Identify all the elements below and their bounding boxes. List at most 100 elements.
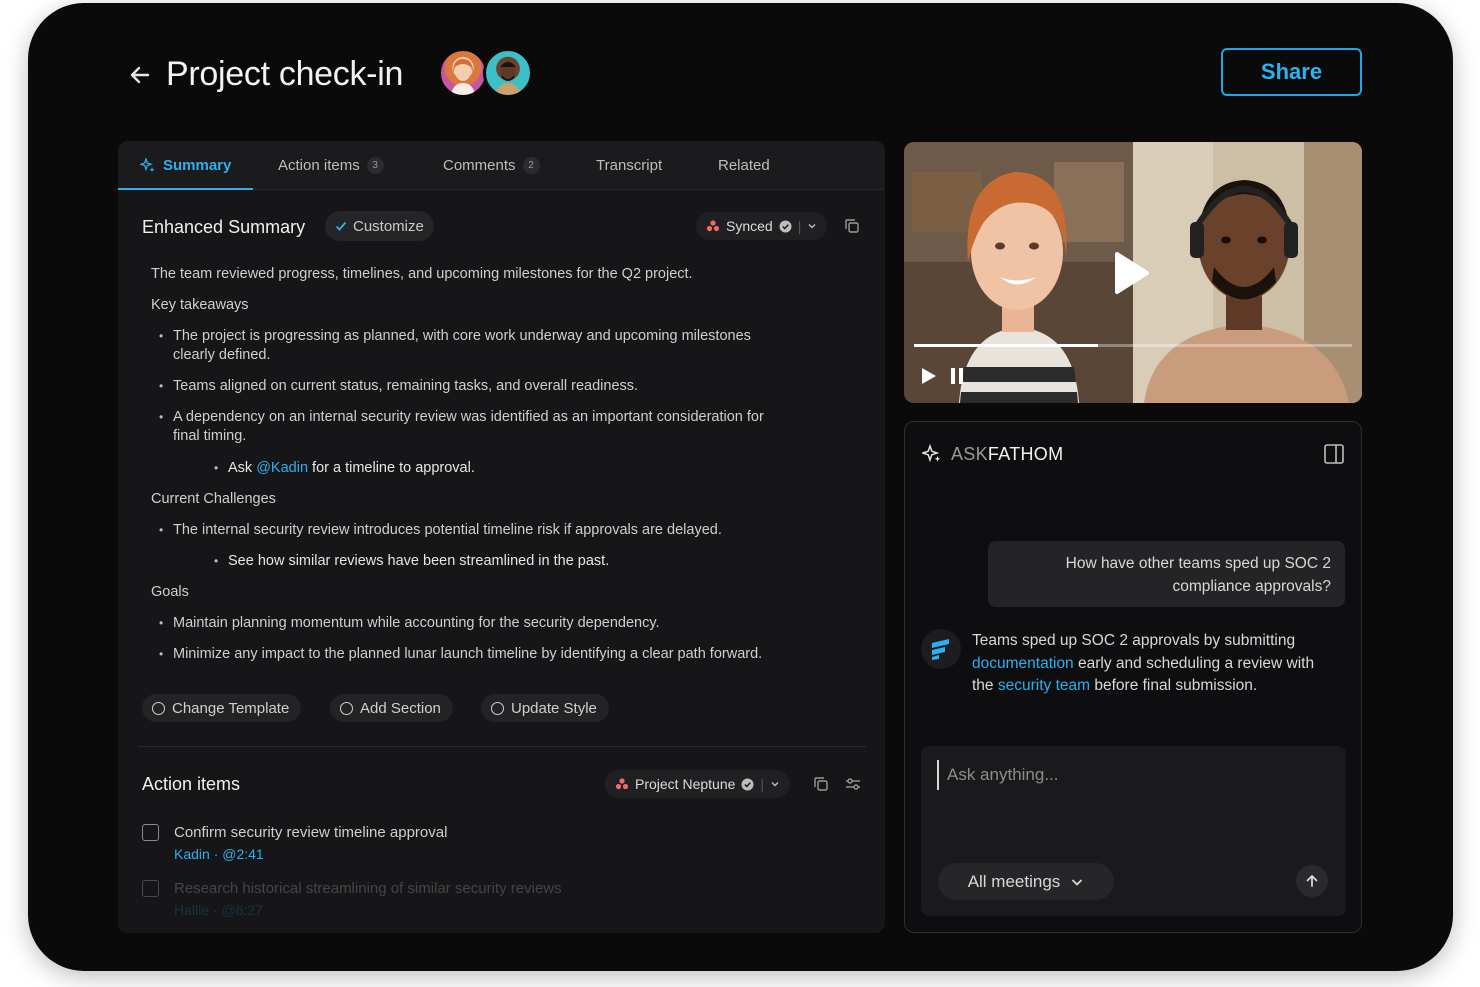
action-item-checkbox[interactable] [142,880,159,897]
fathom-logo-icon [921,629,961,669]
separator: | [760,776,765,792]
avatar-man-image [495,61,521,95]
tab-summary[interactable]: Summary [118,141,254,190]
ask-input[interactable] [937,760,1327,790]
app-window: Project check-in Share Summary Action it… [28,3,1453,971]
tab-transcript[interactable]: Transcript [596,141,662,190]
goal-item: Minimize any impact to the planned lunar… [159,645,762,664]
heading-challenges: Current Challenges [151,491,276,507]
challenge-item: The internal security review introduces … [159,521,722,540]
tab-label: Action items [278,157,360,174]
button-label: Update Style [511,699,597,717]
text: Ask [228,460,253,476]
text: for a timeline to approval. [312,460,475,476]
security-team-link[interactable]: security team [998,677,1090,694]
customize-label: Customize [353,217,424,235]
message-line: compliance approvals? [1172,578,1331,595]
takeaway-item: Teams aligned on current status, remaini… [159,377,638,396]
synced-label: Synced [726,218,773,234]
button-label: Add Section [360,699,441,717]
takeaway-text-cont: final timing. [173,428,247,444]
heading-goals: Goals [151,584,189,600]
goal-item: Maintain planning momentum while account… [159,614,660,633]
action-item-owner[interactable]: Hallie · @6:27 [174,902,263,918]
takeaway-text-cont: clearly defined. [173,347,271,363]
documentation-link[interactable]: documentation [972,655,1074,672]
change-template-button[interactable]: Change Template [142,694,302,722]
summary-panel: Summary Action items 3 Comments 2 Transc… [118,141,885,933]
copy-icon[interactable] [843,217,861,235]
sub-item[interactable]: See how similar reviews have been stream… [214,552,609,571]
meetings-label: All meetings [967,871,1061,891]
heading-key-takeaways: Key takeaways [151,297,249,313]
pause-icon[interactable] [948,366,966,386]
summary-intro: The team reviewed progress, timelines, a… [151,266,693,282]
tab-action-items[interactable]: Action items 3 [278,141,384,190]
verified-check-icon [741,778,754,790]
play-small-icon[interactable] [919,366,939,386]
tab-label: Transcript [596,157,663,174]
filter-settings-icon[interactable] [844,775,862,793]
video-progress-bar[interactable] [914,344,1352,347]
message-line: How have other teams sped up SOC 2 [1065,555,1331,572]
play-icon[interactable] [1111,250,1151,296]
title-bold: FATHOM [987,444,1064,464]
page-title: Project check-in [166,55,404,93]
avatar[interactable] [438,48,488,98]
update-style-button[interactable]: Update Style [481,694,609,722]
copy-icon[interactable] [812,775,830,793]
count-badge: 3 [366,157,384,174]
back-arrow-icon[interactable] [126,61,154,89]
asana-icon [706,220,720,232]
count-badge: 2 [522,157,540,174]
sparkle-icon [922,444,941,463]
verified-check-icon [779,220,792,232]
section-title: Enhanced Summary [142,217,306,237]
title-light: ASK [951,444,988,464]
chevron-down-icon [771,782,779,787]
takeaway-item: The project is progressing as planned, w… [159,327,751,365]
project-dropdown[interactable]: Project Neptune | [605,770,791,798]
circle-icon [152,701,165,715]
share-button[interactable]: Share [1221,48,1362,96]
tab-label: Comments [443,157,516,174]
ask-fathom-title: ASKFATHOM [951,444,1063,465]
sub-item: Ask @Kadin for a timeline to approval. [214,459,475,478]
all-meetings-dropdown[interactable]: All meetings [938,863,1114,900]
sparkle-icon [140,157,155,172]
chevron-down-icon [808,224,816,229]
synced-dropdown[interactable]: Synced | [696,212,828,240]
button-label: Change Template [172,699,290,717]
tab-label: Summary [163,157,232,174]
action-items-title: Action items [142,774,241,794]
tab-label: Related [718,157,770,174]
text: Teams sped up SOC 2 approvals by submitt… [972,632,1296,649]
takeaway-text: A dependency on an internal security rev… [173,409,764,425]
circle-icon [491,701,504,715]
add-section-button[interactable]: Add Section [330,694,453,722]
tab-related[interactable]: Related [718,141,770,190]
avatar[interactable] [483,48,533,98]
project-label: Project Neptune [635,776,736,792]
action-item-owner[interactable]: Kadin · @2:41 [174,846,264,862]
asana-icon [615,778,629,790]
customize-button[interactable]: Customize [325,211,434,241]
avatar-woman-image [451,59,475,95]
mention-link[interactable]: @Kadin [256,460,308,476]
chevron-down-icon [1072,878,1083,886]
circle-icon [340,701,353,715]
takeaway-text: The project is progressing as planned, w… [173,328,751,344]
arrow-up-icon [1306,874,1318,887]
tab-comments[interactable]: Comments 2 [443,141,540,190]
action-item-text: Confirm security review timeline approva… [174,824,448,841]
divider [138,746,866,747]
action-item-checkbox[interactable] [142,824,159,841]
text: before final submission. [1094,677,1258,694]
action-item-text: Research historical streamlining of simi… [174,880,562,897]
video-progress-fill [914,344,1098,347]
assistant-message: Teams sped up SOC 2 approvals by submitt… [972,630,1317,698]
sidebar-toggle-icon[interactable] [1323,443,1345,465]
send-button[interactable] [1296,865,1328,897]
tab-bar: Summary Action items 3 Comments 2 Transc… [118,141,885,190]
video-player[interactable] [904,142,1362,403]
